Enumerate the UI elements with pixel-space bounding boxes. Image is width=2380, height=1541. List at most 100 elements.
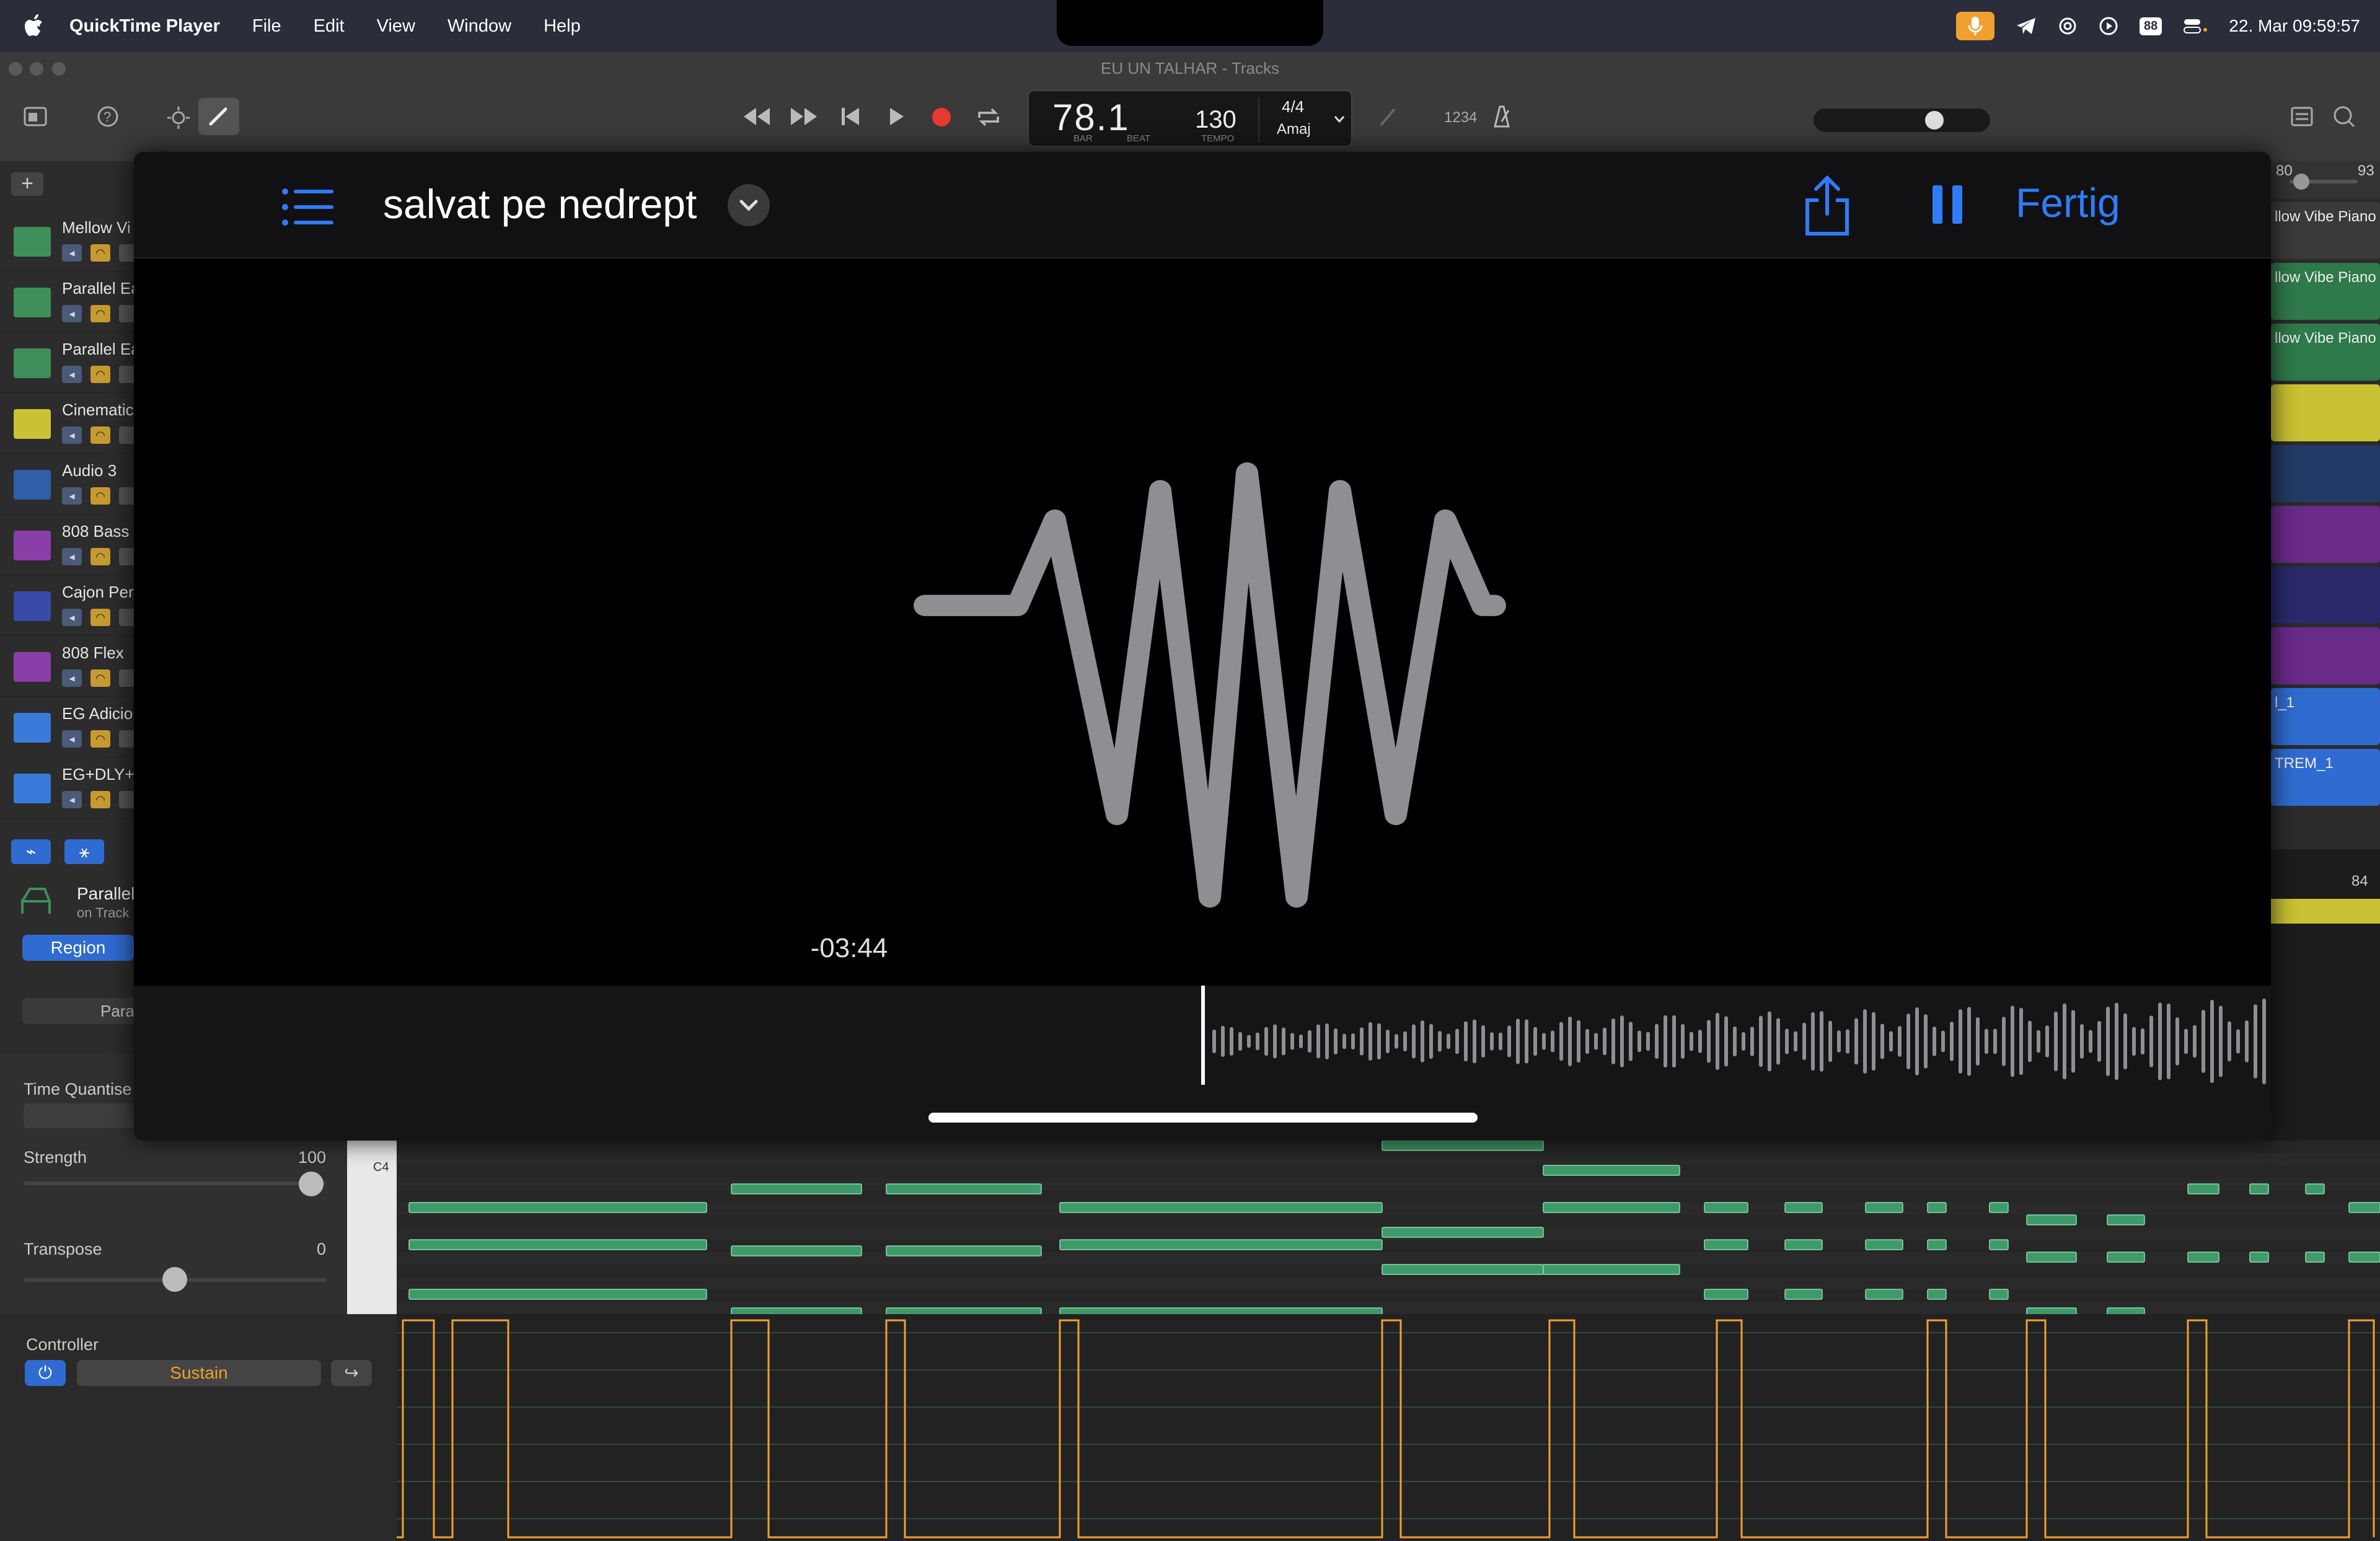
midi-note[interactable] — [2107, 1307, 2145, 1314]
params-dropdown[interactable]: Para — [22, 998, 140, 1024]
record-enable-button[interactable] — [119, 366, 135, 383]
record-enable-button[interactable] — [119, 730, 135, 748]
midi-note[interactable] — [1543, 1165, 1680, 1176]
midi-note[interactable] — [1382, 1141, 1544, 1151]
arrange-region[interactable] — [2271, 384, 2380, 441]
mute-button[interactable]: ◂ — [62, 487, 82, 505]
rewind-icon[interactable] — [741, 105, 772, 128]
mute-button[interactable]: ◂ — [62, 426, 82, 444]
midi-note[interactable] — [2107, 1214, 2145, 1225]
region-tab[interactable]: Region — [22, 935, 134, 961]
menu-app-name[interactable]: QuickTime Player — [69, 16, 220, 37]
midi-note[interactable] — [2305, 1252, 2325, 1263]
midi-note[interactable] — [2187, 1183, 2219, 1194]
midi-note[interactable] — [408, 1289, 707, 1300]
menu-help[interactable]: Help — [544, 16, 581, 37]
record-enable-button[interactable] — [119, 487, 135, 505]
smart-controls-icon[interactable] — [165, 104, 192, 131]
automation-button[interactable]: ⌁ — [11, 839, 51, 864]
automation-lane[interactable] — [397, 1314, 2380, 1541]
midi-note[interactable] — [1382, 1264, 1544, 1275]
solo-headphones-button[interactable]: ◠ — [90, 244, 110, 262]
piano-keyboard[interactable]: C4 — [347, 1141, 397, 1314]
battery-badge[interactable]: 88 — [2140, 17, 2162, 35]
track-header[interactable]: Cinematic ◂ ◠ — [0, 393, 135, 454]
solo-headphones-button[interactable]: ◠ — [90, 426, 110, 444]
midi-note[interactable] — [731, 1245, 862, 1256]
controller-link-button[interactable]: ↪ — [331, 1360, 372, 1386]
mute-button[interactable]: ◂ — [62, 244, 82, 262]
midi-note[interactable] — [1989, 1289, 2009, 1300]
chevron-down-icon[interactable] — [1333, 112, 1346, 126]
title-menu-button[interactable] — [728, 184, 770, 226]
track-header[interactable]: Audio 3 ◂ ◠ — [0, 454, 135, 514]
midi-note[interactable] — [1927, 1202, 1947, 1213]
solo-headphones-button[interactable]: ◠ — [90, 548, 110, 565]
recording-title[interactable]: salvat pe nedrept — [383, 180, 697, 227]
track-header[interactable]: Mellow Vi ◂ ◠ — [0, 211, 135, 272]
mute-button[interactable]: ◂ — [62, 730, 82, 748]
track-header[interactable]: 808 Flex ◂ ◠ — [0, 636, 135, 697]
playhead[interactable] — [1201, 986, 1205, 1085]
record-enable-button[interactable] — [119, 609, 135, 626]
midi-note[interactable] — [886, 1245, 1042, 1256]
midi-note[interactable] — [1865, 1239, 1903, 1250]
midi-in-button[interactable]: ⚹ — [64, 839, 104, 864]
track-header[interactable]: Parallel Ea ◂ ◠ — [0, 332, 135, 393]
midi-note[interactable] — [1704, 1239, 1748, 1250]
telegram-icon[interactable] — [2016, 17, 2037, 35]
midi-note[interactable] — [1784, 1202, 1823, 1213]
midi-note[interactable] — [2026, 1252, 2077, 1263]
track-header[interactable]: EG Adicio ◂ ◠ — [0, 697, 135, 757]
metronome-icon[interactable] — [1490, 104, 1514, 129]
tuner-icon[interactable] — [1376, 104, 1401, 129]
menu-edit[interactable]: Edit — [314, 16, 345, 37]
arrange-region[interactable]: l_1 — [2271, 688, 2380, 745]
play-icon[interactable] — [885, 105, 907, 128]
menu-window[interactable]: Window — [447, 16, 511, 37]
fast-forward-icon[interactable] — [788, 105, 819, 128]
record-enable-button[interactable] — [119, 426, 135, 444]
arrange-ruler[interactable]: 80 93 — [2271, 161, 2380, 198]
cycle-icon[interactable] — [976, 105, 1002, 129]
strength-slider[interactable] — [24, 1181, 326, 1185]
midi-note[interactable] — [2107, 1252, 2145, 1263]
apple-icon[interactable] — [22, 12, 47, 40]
mute-button[interactable]: ◂ — [62, 366, 82, 383]
midi-note[interactable] — [1927, 1239, 1947, 1250]
controller-power-button[interactable]: ⏻ — [25, 1360, 66, 1386]
midi-note[interactable] — [731, 1307, 862, 1314]
midi-note[interactable] — [731, 1183, 862, 1194]
arrange-region[interactable]: llow Vibe Piano — [2271, 202, 2380, 259]
editors-button[interactable] — [198, 98, 239, 135]
midi-note[interactable] — [1059, 1239, 1383, 1250]
solo-headphones-button[interactable]: ◠ — [90, 609, 110, 626]
midi-note[interactable] — [1543, 1264, 1680, 1275]
midi-note[interactable] — [2348, 1202, 2380, 1213]
mute-button[interactable]: ◂ — [62, 548, 82, 565]
solo-headphones-button[interactable]: ◠ — [90, 305, 110, 322]
zoom-knob[interactable] — [2293, 174, 2309, 190]
list-icon[interactable] — [280, 187, 336, 227]
openai-icon[interactable] — [2058, 16, 2078, 36]
midi-note[interactable] — [1865, 1289, 1903, 1300]
midi-note[interactable] — [2026, 1214, 2077, 1225]
home-indicator[interactable] — [928, 1113, 1478, 1123]
arrange-region[interactable]: llow Vibe Piano — [2271, 263, 2380, 320]
volume-knob[interactable] — [1925, 111, 1944, 130]
microphone-icon[interactable] — [1956, 12, 1995, 40]
mute-button[interactable]: ◂ — [62, 305, 82, 322]
midi-note[interactable] — [408, 1239, 707, 1250]
menu-file[interactable]: File — [252, 16, 281, 37]
track-header[interactable]: Cajon Per ◂ ◠ — [0, 575, 135, 636]
solo-headphones-button[interactable]: ◠ — [90, 669, 110, 687]
record-enable-button[interactable] — [119, 669, 135, 687]
midi-note[interactable] — [2305, 1183, 2325, 1194]
midi-note[interactable] — [1865, 1202, 1903, 1213]
arrange-region[interactable]: TREM_1 — [2271, 749, 2380, 806]
midi-note[interactable] — [1059, 1202, 1383, 1213]
track-header[interactable]: Parallel Ea ◂ ◠ — [0, 272, 135, 332]
arrange-region[interactable] — [2271, 506, 2380, 563]
mute-button[interactable]: ◂ — [62, 669, 82, 687]
count-in-button[interactable]: 1234 — [1444, 109, 1477, 126]
